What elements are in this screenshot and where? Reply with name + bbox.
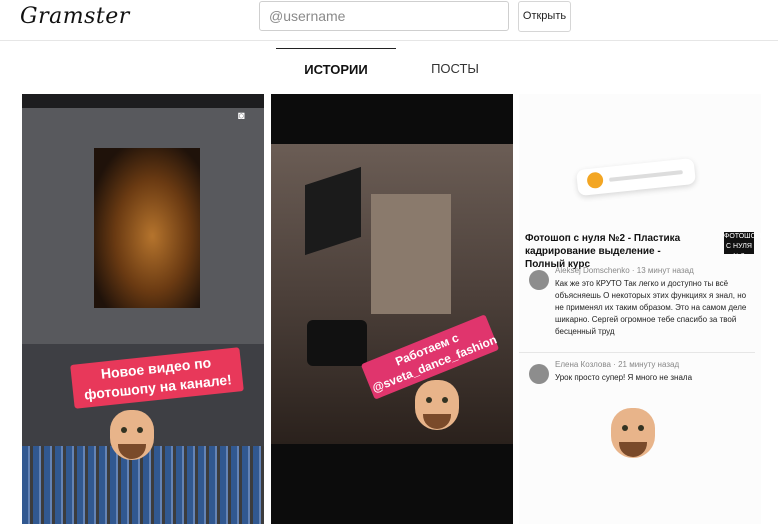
logo[interactable]: Gramster [20, 4, 130, 29]
top-bar: Gramster Открыть [0, 0, 778, 41]
username-search-input[interactable] [259, 1, 509, 31]
comment-text: Как же это КРУТО Так легко и доступно ты… [555, 279, 747, 336]
story-card[interactable]: Фотошоп с нуля №2 - Пластика кадрировани… [519, 94, 761, 524]
slider-track [608, 170, 683, 182]
open-button[interactable]: Открыть [518, 1, 571, 32]
tab-stories[interactable]: ИСТОРИИ [276, 48, 396, 89]
memoji-icon [415, 380, 459, 430]
memoji-icon [611, 408, 655, 458]
video-thumbnail: ФОТОШОП С НУЛЯ №2 [724, 232, 761, 260]
comment-text: Урок просто супер! Я много не знала [555, 373, 693, 382]
emoji-icon [586, 171, 604, 190]
tab-posts[interactable]: ПОСТЫ [410, 48, 500, 88]
editor-toolbar [22, 94, 264, 108]
stories-grid: ◙ Новое видео по фотошопу на канале! Раб… [0, 94, 778, 524]
comment-author: Елена Козлова · 21 минуту назад [555, 360, 680, 369]
comment-author: Aleksej Domschenko · 13 минут назад [555, 266, 694, 275]
story-photo [94, 148, 200, 308]
story-card[interactable]: ◙ Новое видео по фотошопу на канале! [22, 94, 264, 524]
backdrop [371, 194, 451, 314]
avatar [529, 364, 549, 384]
divider [519, 352, 755, 353]
avatar [529, 270, 549, 290]
tab-bar: ИСТОРИИ ПОСТЫ [0, 48, 778, 88]
camera-icon: ◙ [238, 110, 245, 122]
memoji-icon [110, 410, 154, 460]
story-card[interactable]: Работаем с @sveta_dance_fashion [271, 94, 513, 524]
emoji-slider [575, 157, 697, 197]
camera [307, 320, 367, 366]
